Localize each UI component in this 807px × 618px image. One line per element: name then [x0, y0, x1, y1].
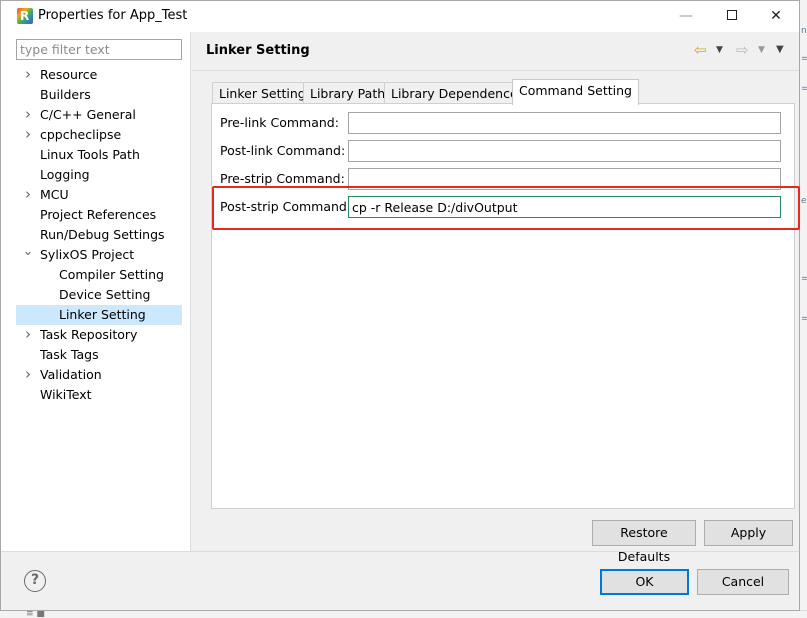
sidebar-item[interactable]: WikiText	[16, 385, 182, 405]
background-text-fragment: =	[801, 274, 807, 284]
pre-link-label: Pre-link Command:	[220, 115, 339, 130]
sidebar-item-label: Linker Setting	[59, 307, 146, 322]
chevron-down-icon[interactable]: ⌄	[22, 245, 34, 259]
background-text-fragment: =	[801, 314, 807, 324]
sidebar-item[interactable]: Run/Debug Settings	[16, 225, 182, 245]
pre-link-row: Pre-link Command:	[212, 111, 796, 135]
ok-button[interactable]: OK	[600, 569, 689, 595]
sidebar-item-label: Linux Tools Path	[40, 147, 140, 162]
sidebar-item-label: Logging	[40, 167, 90, 182]
property-tree: › Resource Builders › C/C++ General › cppchecl…	[16, 65, 182, 405]
close-button[interactable]: ✕	[753, 1, 799, 32]
sidebar-item-label: MCU	[40, 187, 69, 202]
forward-arrow-icon[interactable]: ⇨	[736, 41, 749, 59]
chevron-right-icon[interactable]: ›	[22, 185, 34, 204]
tab-linker-setting[interactable]: Linker Setting	[212, 82, 313, 104]
chevron-right-icon[interactable]: ›	[22, 105, 34, 124]
post-link-command-input[interactable]	[348, 140, 781, 162]
sidebar: › Resource Builders › C/C++ General › cppchecl…	[1, 32, 191, 551]
command-setting-panel: Pre-link Command: Post-link Command: Pre…	[211, 103, 795, 509]
view-menu-icon[interactable]: ▼	[776, 44, 784, 55]
footer-divider	[1, 551, 799, 552]
sidebar-item-label: WikiText	[40, 387, 92, 402]
annotation-highlight-box	[212, 186, 800, 230]
sidebar-item-label: C/C++ General	[40, 107, 136, 122]
back-arrow-icon[interactable]: ⇦	[694, 41, 707, 59]
title-bar[interactable]: R Properties for App_Test — ✕	[1, 1, 799, 32]
background-text-fragment: =	[801, 84, 807, 94]
sidebar-item-label: Compiler Setting	[59, 267, 164, 282]
sidebar-item-label: Task Tags	[40, 347, 99, 362]
sidebar-item[interactable]: Linux Tools Path	[16, 145, 182, 165]
window-title: Properties for App_Test	[38, 8, 188, 23]
sidebar-item[interactable]: › MCU	[16, 185, 182, 205]
sidebar-item-label: Project References	[40, 207, 157, 222]
background-text-fragment: =	[801, 54, 807, 64]
tab-library-path[interactable]: Library Path	[303, 82, 393, 104]
chevron-right-icon[interactable]: ›	[22, 65, 34, 84]
dialog-content: › Resource Builders › C/C++ General › cppchecl…	[1, 32, 799, 564]
restore-defaults-button[interactable]: Restore Defaults	[592, 520, 696, 564]
sidebar-item[interactable]: ⌄ SylixOS Project	[16, 245, 182, 265]
sidebar-item-label: SylixOS Project	[40, 247, 135, 262]
header-divider	[192, 70, 799, 71]
chevron-right-icon[interactable]: ›	[22, 325, 34, 344]
sidebar-item[interactable]: Task Tags	[16, 345, 182, 365]
pre-strip-label: Pre-strip Command:	[220, 171, 345, 186]
back-dropdown-icon[interactable]: ▼	[716, 45, 723, 55]
maximize-button[interactable]	[709, 1, 755, 32]
history-navigation: ⇦ ▼ ⇨ ▼ ▼	[686, 41, 796, 61]
forward-dropdown-icon[interactable]: ▼	[758, 45, 765, 55]
sidebar-item[interactable]: › Resource	[16, 65, 182, 85]
sidebar-item[interactable]: › Validation	[16, 365, 182, 385]
sidebar-item-label: Device Setting	[59, 287, 151, 302]
sidebar-item-label: Resource	[40, 67, 98, 82]
filter-input[interactable]	[16, 39, 182, 60]
sidebar-item-label: cppcheclipse	[40, 127, 122, 142]
sidebar-item-label: Run/Debug Settings	[40, 227, 165, 242]
sidebar-item[interactable]: Device Setting	[16, 285, 182, 305]
maximize-icon	[727, 10, 737, 20]
post-link-label: Post-link Command:	[220, 143, 346, 158]
sidebar-item[interactable]: Builders	[16, 85, 182, 105]
property-page: Linker Setting ⇦ ▼ ⇨ ▼ ▼ Linker Setting …	[192, 32, 799, 564]
chevron-right-icon[interactable]: ›	[22, 125, 34, 144]
sidebar-item[interactable]: Project References	[16, 205, 182, 225]
app-logo-icon: R	[17, 8, 33, 24]
chevron-right-icon[interactable]: ›	[22, 365, 34, 384]
tab-library-dependence[interactable]: Library Dependence	[384, 82, 525, 104]
help-icon[interactable]: ?	[24, 570, 46, 592]
pre-link-command-input[interactable]	[348, 112, 781, 134]
sidebar-item-label: Builders	[40, 87, 91, 102]
sidebar-item[interactable]: Linker Setting	[16, 305, 182, 325]
background-window-edge: ne = = e = =	[799, 0, 807, 618]
sidebar-item[interactable]: › C/C++ General	[16, 105, 182, 125]
post-link-row: Post-link Command:	[212, 139, 796, 163]
tab-command-setting[interactable]: Command Setting	[512, 79, 639, 105]
background-window-bottom: ≡ ■	[0, 610, 807, 618]
minimize-button[interactable]: —	[663, 1, 709, 32]
apply-button[interactable]: Apply	[704, 520, 793, 546]
sidebar-item[interactable]: Logging	[16, 165, 182, 185]
cancel-button[interactable]: Cancel	[697, 569, 789, 595]
page-title: Linker Setting	[206, 43, 310, 58]
properties-dialog: R Properties for App_Test — ✕ › Resource B…	[0, 0, 800, 611]
background-text-fragment: e	[801, 196, 807, 206]
sidebar-item[interactable]: › Task Repository	[16, 325, 182, 345]
sidebar-item-label: Validation	[40, 367, 102, 382]
sidebar-item[interactable]: › cppcheclipse	[16, 125, 182, 145]
background-text-fragment: ne	[801, 26, 807, 36]
sidebar-item-label: Task Repository	[40, 327, 138, 342]
sidebar-item[interactable]: Compiler Setting	[16, 265, 182, 285]
